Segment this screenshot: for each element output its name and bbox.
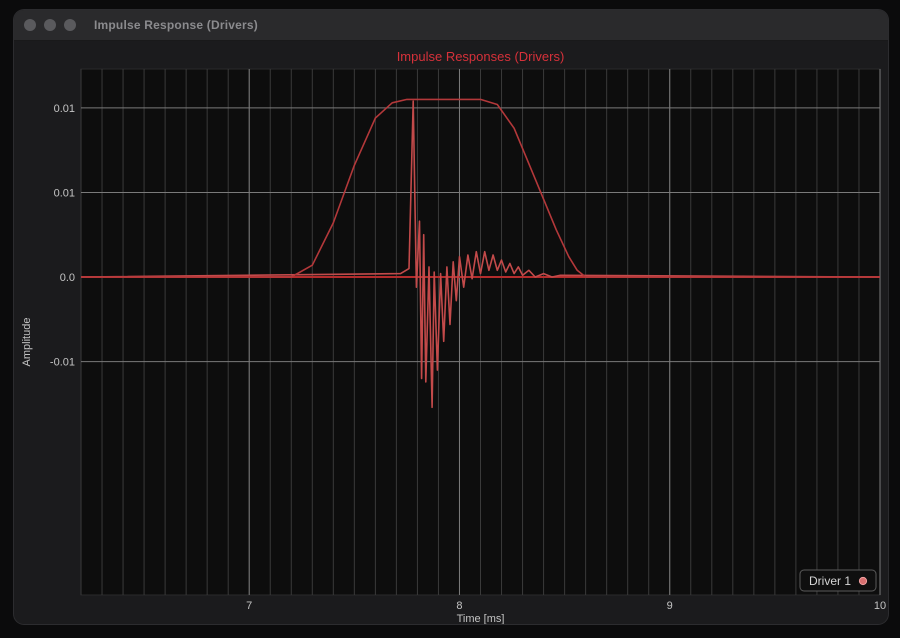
close-window-button[interactable]: [24, 19, 36, 31]
legend-label: Driver 1: [809, 574, 851, 588]
x-tick-labels: 7 8 9 10: [246, 600, 886, 612]
app-window: Impulse Response (Drivers) 7 8 9 10 0.01 0.0…: [14, 10, 888, 624]
window-title: Impulse Response (Drivers): [94, 18, 258, 32]
chart-area: 7 8 9 10 0.01 0.01 0.0 -0.01 Impulse Responses…: [14, 41, 888, 624]
title-bar: Impulse Response (Drivers): [14, 10, 888, 41]
legend-marker-driver-1[interactable]: [858, 576, 868, 586]
x-axis-label: Time [ms]: [457, 613, 505, 624]
x-tick-label: 7: [246, 600, 252, 612]
chart-title: Impulse Responses (Drivers): [397, 49, 565, 64]
y-tick-labels: 0.01 0.01 0.0 -0.01: [50, 103, 75, 369]
x-tick-label: 8: [456, 600, 462, 612]
y-tick-label: 0.01: [54, 103, 75, 115]
y-tick-label: -0.01: [50, 357, 75, 369]
y-tick-label: 0.01: [54, 187, 75, 199]
minimize-window-button[interactable]: [44, 19, 56, 31]
x-tick-label: 10: [874, 600, 886, 612]
zoom-window-button[interactable]: [64, 19, 76, 31]
legend[interactable]: Driver 1: [799, 569, 877, 592]
y-axis-label: Amplitude: [21, 318, 33, 367]
impulse-response-chart[interactable]: 7 8 9 10 0.01 0.01 0.0 -0.01 Impulse Responses…: [14, 41, 888, 624]
x-tick-label: 9: [667, 600, 673, 612]
y-tick-label: 0.0: [60, 272, 75, 284]
